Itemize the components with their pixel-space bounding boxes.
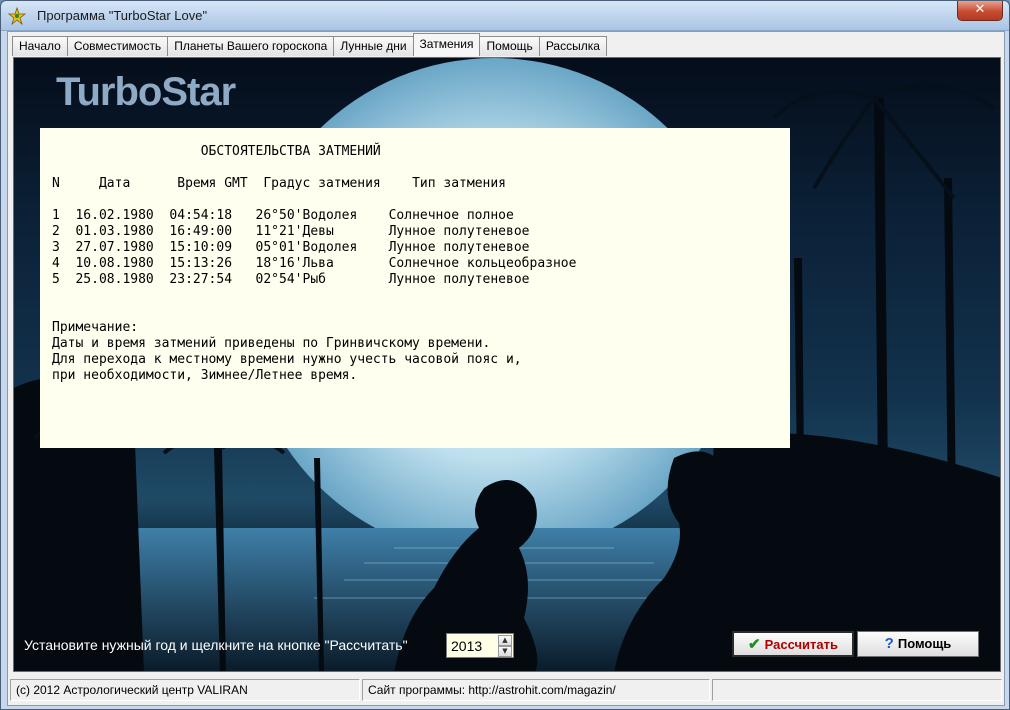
status-bar: (c) 2012 Астрологический центр VALIRAN С… <box>8 677 1004 703</box>
row-5-time: 23:27:54 <box>169 272 233 287</box>
turbostar-logo: TurboStar <box>56 70 236 114</box>
row-3-n: 3 <box>52 240 60 255</box>
row-1-type: Солнечное полное <box>388 208 514 223</box>
col-n: N <box>52 176 60 191</box>
row-4-type: Солнечное кольцеобразное <box>388 256 577 271</box>
question-icon: ? <box>884 635 894 652</box>
help-button[interactable]: ? Помощь <box>857 631 979 657</box>
row-5-date: 25.08.1980 <box>75 272 154 287</box>
col-time: Время GMT <box>177 176 248 191</box>
row-2-n: 2 <box>52 224 60 239</box>
note-title: Примечание: <box>52 320 139 335</box>
spin-up-icon[interactable]: ▲ <box>498 635 512 646</box>
row-5-degree: 02°54'Рыб <box>255 272 326 287</box>
tab-eclipses[interactable]: Затмения <box>412 33 481 56</box>
tab-planets[interactable]: Планеты Вашего гороскопа <box>167 36 335 56</box>
status-copyright: (c) 2012 Астрологический центр VALIRAN <box>10 679 360 701</box>
note-line: при необходимости, Зимнее/Летнее время. <box>52 368 358 383</box>
spin-down-icon[interactable]: ▼ <box>498 646 512 657</box>
year-prompt: Установите нужный год и щелкните на кноп… <box>24 637 408 653</box>
row-1-date: 16.02.1980 <box>75 208 154 223</box>
app-window: Программа "TurboStar Love" ✕ PORTAL Нача… <box>0 0 1010 710</box>
client-area: Начало Совместимость Планеты Вашего горо… <box>7 31 1005 706</box>
row-5-n: 5 <box>52 272 60 287</box>
close-button[interactable]: ✕ <box>957 1 1003 21</box>
help-label: Помощь <box>897 636 952 651</box>
col-degree: Градус затмения <box>263 176 381 191</box>
row-4-date: 10.08.1980 <box>75 256 154 271</box>
row-2-time: 16:49:00 <box>169 224 233 239</box>
row-3-date: 27.07.1980 <box>75 240 154 255</box>
tab-mailing[interactable]: Рассылка <box>538 36 607 56</box>
row-4-time: 15:13:26 <box>169 256 233 271</box>
col-date: Дата <box>98 176 131 191</box>
row-4-n: 4 <box>52 256 60 271</box>
row-4-degree: 18°16'Льва <box>255 256 334 271</box>
app-star-icon[interactable] <box>8 7 26 25</box>
row-2-type: Лунное полутеневое <box>388 224 530 239</box>
note-line: Даты и время затмений приведены по Гринв… <box>52 336 491 351</box>
checkmark-icon: ✔ <box>748 636 761 653</box>
row-2-date: 01.03.1980 <box>75 224 154 239</box>
calculate-label: Рассчитать <box>764 637 838 652</box>
tab-help[interactable]: Помощь <box>479 36 540 56</box>
status-empty <box>712 679 1002 701</box>
report-body: ОБСТОЯТЕЛЬСТВА ЗАТМЕНИЙ N Дата Время GMT… <box>52 144 778 384</box>
tab-start[interactable]: Начало <box>12 36 68 56</box>
tab-compatibility[interactable]: Совместимость <box>66 36 169 56</box>
row-3-time: 15:10:09 <box>169 240 233 255</box>
tab-strip: Начало Совместимость Планеты Вашего горо… <box>12 33 607 56</box>
year-input[interactable] <box>449 636 495 655</box>
col-type: Тип затмения <box>412 176 506 191</box>
row-5-type: Лунное полутеневое <box>388 272 530 287</box>
row-3-degree: 05°01'Водолея <box>255 240 358 255</box>
window-title: Программа "TurboStar Love" <box>37 8 208 23</box>
note-line: Для перехода к местному времени нужно уч… <box>52 352 522 367</box>
calculate-button[interactable]: ✔ Рассчитать <box>732 631 854 657</box>
status-site: Сайт программы: http://astrohit.com/maga… <box>362 679 710 701</box>
report-heading: ОБСТОЯТЕЛЬСТВА ЗАТМЕНИЙ <box>200 144 381 159</box>
row-1-n: 1 <box>52 208 60 223</box>
row-1-time: 04:54:18 <box>169 208 233 223</box>
title-bar: Программа "TurboStar Love" ✕ <box>1 1 1009 31</box>
row-3-type: Лунное полутеневое <box>388 240 530 255</box>
row-1-degree: 26°50'Водолея <box>255 208 358 223</box>
row-2-degree: 11°21'Девы <box>255 224 334 239</box>
eclipse-report: ОБСТОЯТЕЛЬСТВА ЗАТМЕНИЙ N Дата Время GMT… <box>40 128 790 448</box>
year-spinner[interactable]: ▲ ▼ <box>446 633 514 658</box>
tab-lunar-days[interactable]: Лунные дни <box>333 36 414 56</box>
background-scene: TurboStar ОБСТОЯТЕЛЬСТВА ЗАТМЕНИЙ N Дата… <box>13 57 1001 672</box>
